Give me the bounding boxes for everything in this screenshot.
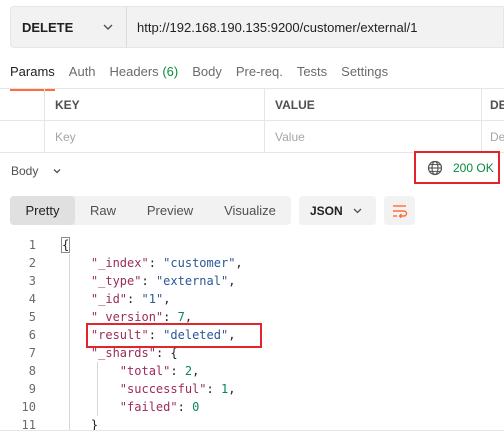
tab-settings-label: Settings	[341, 64, 389, 79]
tab-pretty-label: Pretty	[25, 203, 60, 218]
code-text: {	[60, 237, 71, 253]
chevron-down-icon	[53, 169, 61, 174]
tab-params-label: Params	[10, 64, 55, 79]
code-line: 3 "_type": "external",	[0, 272, 504, 290]
line-number: 4	[28, 292, 36, 306]
code-line: 10 "failed": 0	[0, 398, 504, 416]
method-select[interactable]: DELETE	[10, 6, 126, 48]
tab-params[interactable]: Params	[10, 62, 55, 91]
bottom-divider	[0, 430, 504, 431]
tab-tests-label: Tests	[296, 64, 328, 79]
line-number: 2	[28, 256, 36, 270]
chevron-down-icon	[353, 208, 362, 214]
code-line: 11 }	[0, 416, 504, 430]
params-header-row: KEY VALUE DE	[0, 89, 504, 121]
url-input[interactable]: http://192.168.190.135:9200/customer/ext…	[126, 6, 504, 48]
tab-pretty[interactable]: Pretty	[10, 196, 75, 225]
line-number: 8	[28, 364, 36, 378]
line-number: 5	[28, 310, 36, 324]
wrap-lines-button[interactable]	[384, 196, 415, 225]
tab-pre-request-label: Pre-req.	[235, 64, 283, 79]
tab-auth-label: Auth	[68, 64, 96, 79]
request-tabs: Params Auth Headers (6) Body Pre-req. Te…	[10, 62, 402, 91]
code-line: 2 "_index": "customer",	[0, 254, 504, 272]
code-text: "successful": 1,	[119, 382, 236, 396]
code-line: 9 "successful": 1,	[0, 380, 504, 398]
params-value-header: VALUE	[265, 89, 482, 120]
code-text: "total": 2,	[119, 364, 200, 378]
params-table: KEY VALUE DE Key Value De	[0, 89, 504, 153]
tab-preview[interactable]: Preview	[131, 196, 209, 225]
params-key-header: KEY	[45, 89, 265, 120]
params-description-header: DE	[490, 97, 504, 112]
tab-pre-request[interactable]: Pre-req.	[236, 62, 283, 86]
language-select[interactable]: JSON	[299, 196, 376, 225]
request-bar: DELETE http://192.168.190.135:9200/custo…	[10, 6, 504, 48]
method-label: DELETE	[22, 19, 74, 35]
result-highlight	[86, 323, 262, 348]
params-empty-row: Key Value De	[0, 121, 504, 153]
code-text: "_index": "customer",	[90, 256, 243, 270]
line-number: 9	[28, 382, 36, 396]
code-line: 4 "_id": "1",	[0, 290, 504, 308]
status-highlight: 200 OK	[414, 151, 500, 184]
code-line: 8 "total": 2,	[0, 362, 504, 380]
tab-body[interactable]: Body	[192, 62, 222, 86]
code-text: "_id": "1",	[90, 292, 171, 306]
headers-count-badge: (6)	[162, 64, 179, 79]
tab-auth[interactable]: Auth	[69, 62, 96, 86]
line-number: 3	[28, 274, 36, 288]
tab-raw[interactable]: Raw	[75, 196, 131, 225]
tab-raw-label: Raw	[89, 203, 116, 218]
language-label: JSON	[310, 203, 343, 218]
params-value-input[interactable]: Value	[265, 121, 482, 152]
tab-settings[interactable]: Settings	[341, 62, 388, 86]
params-row-checkbox	[0, 121, 45, 152]
tab-body-label: Body	[192, 64, 222, 79]
line-number: 10	[21, 400, 36, 414]
globe-icon[interactable]	[427, 160, 443, 176]
tab-visualize-label: Visualize	[224, 203, 276, 218]
params-checkbox-column	[0, 89, 45, 120]
code-text: "failed": 0	[119, 400, 200, 414]
tab-visualize[interactable]: Visualize	[209, 196, 291, 225]
response-format-tabs: Pretty Raw Preview Visualize	[10, 196, 291, 225]
line-number: 11	[21, 418, 36, 430]
status-code[interactable]: 200 OK	[453, 161, 494, 175]
params-key-input[interactable]: Key	[45, 121, 265, 152]
chevron-down-icon	[103, 24, 113, 30]
tab-preview-label: Preview	[146, 203, 194, 218]
tab-headers[interactable]: Headers (6)	[110, 62, 179, 86]
line-number: 6	[28, 328, 36, 342]
tab-headers-label: Headers	[109, 64, 159, 79]
response-body-dropdown[interactable]: Body	[11, 164, 62, 178]
wrap-lines-icon	[392, 204, 407, 218]
code-text: "_type": "external",	[90, 274, 236, 288]
code-line: 1{	[0, 236, 504, 254]
url-text: http://192.168.190.135:9200/customer/ext…	[137, 19, 418, 35]
params-description-input[interactable]: De	[482, 121, 504, 152]
line-number: 1	[28, 238, 36, 252]
response-body-label: Body	[11, 164, 39, 178]
tab-tests[interactable]: Tests	[297, 62, 327, 86]
code-text: }	[90, 418, 99, 430]
line-number: 7	[28, 346, 36, 360]
